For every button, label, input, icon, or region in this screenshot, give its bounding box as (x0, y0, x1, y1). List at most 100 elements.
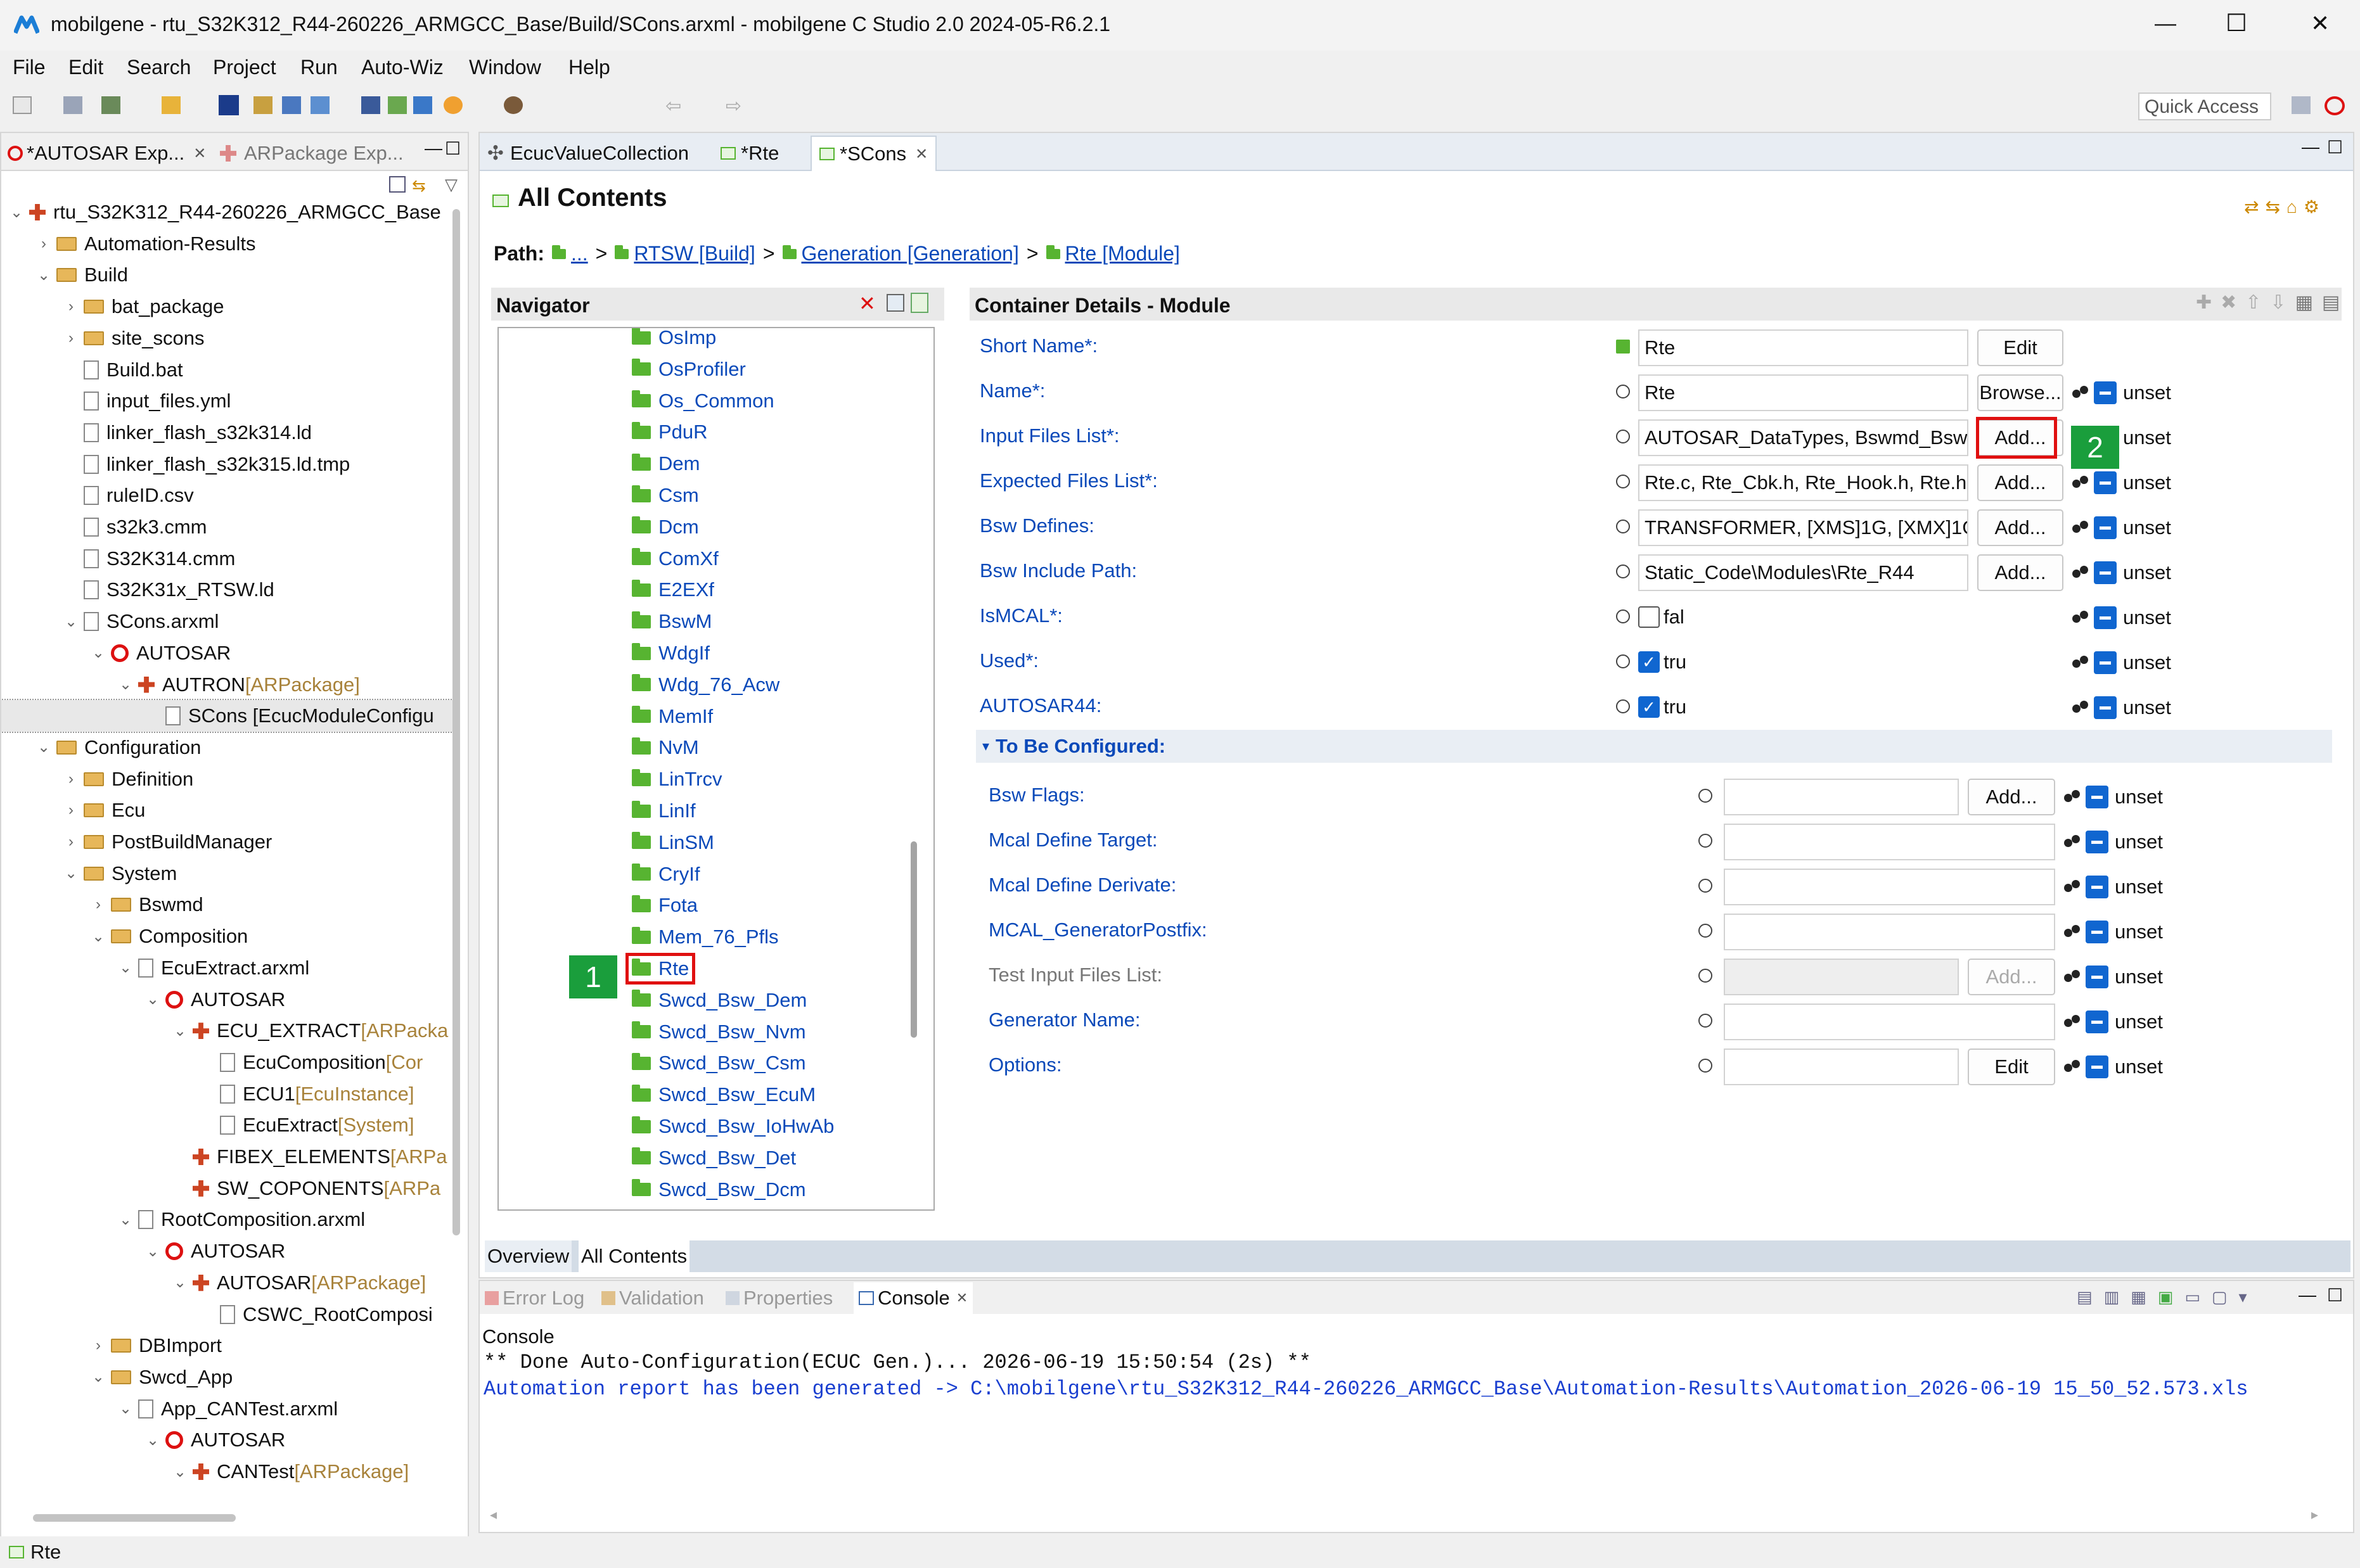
unset-control[interactable]: unset (2064, 1004, 2163, 1040)
navigator-item-osprofiler[interactable]: OsProfiler (499, 354, 904, 385)
collapse-arrow-icon[interactable]: ▾ (982, 738, 989, 755)
options-edit-button[interactable]: Edit (1968, 1049, 2055, 1085)
navigator-scrollbar[interactable] (911, 841, 917, 1038)
navigator-item-swcd-bsw-dcm[interactable]: Swcd_Bsw_Dcm (499, 1174, 904, 1206)
new-icon[interactable] (13, 96, 32, 114)
tree-item-rtu-s32k312-r44-260226-armgcc-base[interactable]: ⌄ rtu_S32K312_R44-260226_ARMGCC_Base (1, 196, 452, 228)
unset-checkbox[interactable] (2086, 1055, 2108, 1078)
navigator-item-pdur[interactable]: PduR (499, 416, 904, 448)
unset-control[interactable]: unset (2064, 914, 2163, 950)
console-scrollbar[interactable] (2334, 1357, 2344, 1509)
chevron-down-icon[interactable]: ⌄ (146, 1431, 159, 1450)
table-icon[interactable] (311, 96, 330, 114)
tree-item-rootcomposition-arxml[interactable]: ⌄ RootComposition.arxml (1, 1204, 452, 1235)
field-bsw-defines[interactable]: TRANSFORMER, [XMS]1G, [XMX]1G, [HYP]gene… (1638, 509, 1968, 546)
chevron-down-icon[interactable]: ⌄ (174, 1463, 186, 1481)
navigator-item-e2exf[interactable]: E2EXf (499, 574, 904, 606)
tab-validation[interactable]: Validation (601, 1284, 704, 1313)
scroll-lock-icon[interactable]: ▥ (2104, 1287, 2131, 1306)
field-bsw-include-path[interactable]: Static_Code\Modules\Rte_R44 (1638, 554, 1968, 591)
unset-control[interactable]: unset (2072, 464, 2171, 501)
tree-item-autron[interactable]: ⌄ AUTRON [ARPackage] (1, 669, 452, 701)
test-input-files-list-add-button[interactable]: Add... (1968, 959, 2055, 995)
navigator-item-swcd-bsw-det[interactable]: Swcd_Bsw_Det (499, 1142, 904, 1174)
menu-file[interactable]: File (13, 56, 46, 79)
tab-all-contents[interactable]: All Contents (579, 1240, 690, 1272)
checkbox-used[interactable]: ✓ (1638, 651, 1660, 673)
word-wrap-icon[interactable]: ▦ (2131, 1287, 2158, 1306)
tree-item-swcd-app[interactable]: ⌄ Swcd_App (1, 1361, 452, 1393)
menu-edit[interactable]: Edit (68, 56, 103, 79)
settings-icon[interactable] (444, 96, 463, 114)
tree-item-scons-ecucmoduleconfigu[interactable]: SCons [EcucModuleConfigu (1, 699, 452, 734)
tree-item-composition[interactable]: ⌄ Composition (1, 921, 452, 952)
chevron-right-icon[interactable]: › (65, 801, 77, 819)
menu-help[interactable]: Help (568, 56, 610, 79)
tree-item-dbimport[interactable]: › DBImport (1, 1330, 452, 1361)
navigator-item-dcm[interactable]: Dcm (499, 511, 904, 543)
nav-forward-icon[interactable]: ⇨ (726, 95, 741, 117)
navigator-item-csm[interactable]: Csm (499, 480, 904, 511)
tree-item-s32k3-cmm[interactable]: s32k3.cmm (1, 511, 452, 543)
navigator-item-memif[interactable]: MemIf (499, 701, 904, 732)
unset-checkbox[interactable] (2086, 921, 2108, 943)
navigator-item-swcd-bsw-dem[interactable]: Swcd_Bsw_Dem (499, 985, 904, 1016)
chevron-down-icon[interactable]: ⌄ (92, 644, 105, 662)
tree-item-autosar[interactable]: ⌄ AUTOSAR (1, 984, 452, 1016)
tree-item-configuration[interactable]: ⌄ Configuration (1, 732, 452, 763)
tree-item-scons-arxml[interactable]: ⌄ SCons.arxml (1, 606, 452, 637)
chevron-down-icon[interactable]: ⌄ (119, 1211, 132, 1229)
navigator-item-lintrcv[interactable]: LinTrcv (499, 763, 904, 795)
close-tab-icon[interactable]: ✕ (193, 144, 206, 163)
maximize-console-icon[interactable]: ☐ (2327, 1285, 2343, 1306)
field-bsw-flags[interactable] (1724, 779, 1959, 815)
navigator-item-nvm[interactable]: NvM (499, 732, 904, 763)
tree-item-ecucomposition[interactable]: EcuComposition [Cor (1, 1047, 452, 1078)
chevron-down-icon[interactable]: ⌄ (146, 1242, 159, 1261)
tree-horizontal-scrollbar[interactable] (33, 1514, 236, 1522)
tab-ecucvaluecollection[interactable]: ✣ EcucValueCollection (487, 139, 689, 167)
tree-item-ecuextract[interactable]: EcuExtract [System] (1, 1109, 452, 1141)
console-hscroll-right-icon[interactable]: ▸ (2311, 1507, 2318, 1523)
tree-item-app-cantest-arxml[interactable]: ⌄ App_CANTest.arxml (1, 1393, 452, 1425)
navigator-item-rte[interactable]: Rte (499, 953, 904, 985)
maximize-view-icon[interactable]: ☐ (445, 138, 461, 159)
tree-item-s32k314-cmm[interactable]: S32K314.cmm (1, 543, 452, 575)
tree-item-ecu-extract[interactable]: ⌄ ECU_EXTRACT [ARPacka (1, 1015, 452, 1047)
display-console-icon[interactable]: ▭ (2184, 1287, 2212, 1306)
tab-error-log[interactable]: Error Log (485, 1284, 584, 1313)
field-short-name[interactable]: Rte (1638, 329, 1968, 366)
field-options[interactable] (1724, 1049, 1959, 1085)
navigator-item-wdgif[interactable]: WdgIf (499, 637, 904, 669)
chevron-right-icon[interactable]: › (65, 329, 77, 347)
tree-item-input-files-yml[interactable]: input_files.yml (1, 385, 452, 417)
tree-item-automation-results[interactable]: › Automation-Results (1, 228, 452, 260)
tree-item-ecuextract-arxml[interactable]: ⌄ EcuExtract.arxml (1, 952, 452, 984)
navigator-item-linsm[interactable]: LinSM (499, 827, 904, 858)
tab-overview[interactable]: Overview (485, 1240, 572, 1272)
unset-checkbox[interactable] (2086, 966, 2108, 988)
tools-icon[interactable] (413, 96, 432, 114)
menu-auto-wiz[interactable]: Auto-Wiz (361, 56, 444, 79)
bsw-defines-add-button[interactable]: Add... (1977, 509, 2063, 546)
unset-checkbox[interactable] (2094, 381, 2117, 404)
tree-item-autosar[interactable]: ⌄ AUTOSAR (1, 1424, 452, 1456)
navigator-item-dem[interactable]: Dem (499, 448, 904, 480)
tree-item-cantest[interactable]: ⌄ CANTest [ARPackage] (1, 1456, 452, 1488)
chevron-right-icon[interactable]: › (92, 1337, 105, 1354)
navigator-item-wdg-76-acw[interactable]: Wdg_76_Acw (499, 669, 904, 701)
unset-control[interactable]: unset (2072, 644, 2171, 681)
checkbox-autosar44[interactable]: ✓ (1638, 696, 1660, 718)
nav-back-icon[interactable]: ⇦ (665, 95, 681, 117)
chevron-right-icon[interactable]: › (65, 298, 77, 316)
view-menu-icon[interactable]: ▽ (445, 175, 458, 194)
unset-checkbox[interactable] (2086, 831, 2108, 853)
unset-checkbox[interactable] (2094, 516, 2117, 539)
expand-all-icon[interactable] (887, 294, 904, 312)
unset-checkbox[interactable] (2086, 876, 2108, 898)
bsw-flags-add-button[interactable]: Add... (1968, 779, 2055, 815)
navigator-item-swcd-bsw-iohwab[interactable]: Swcd_Bsw_IoHwAb (499, 1111, 904, 1142)
field-mcal-define-target[interactable] (1724, 824, 2055, 860)
chart-icon[interactable] (282, 96, 301, 114)
save-icon[interactable] (63, 96, 82, 114)
